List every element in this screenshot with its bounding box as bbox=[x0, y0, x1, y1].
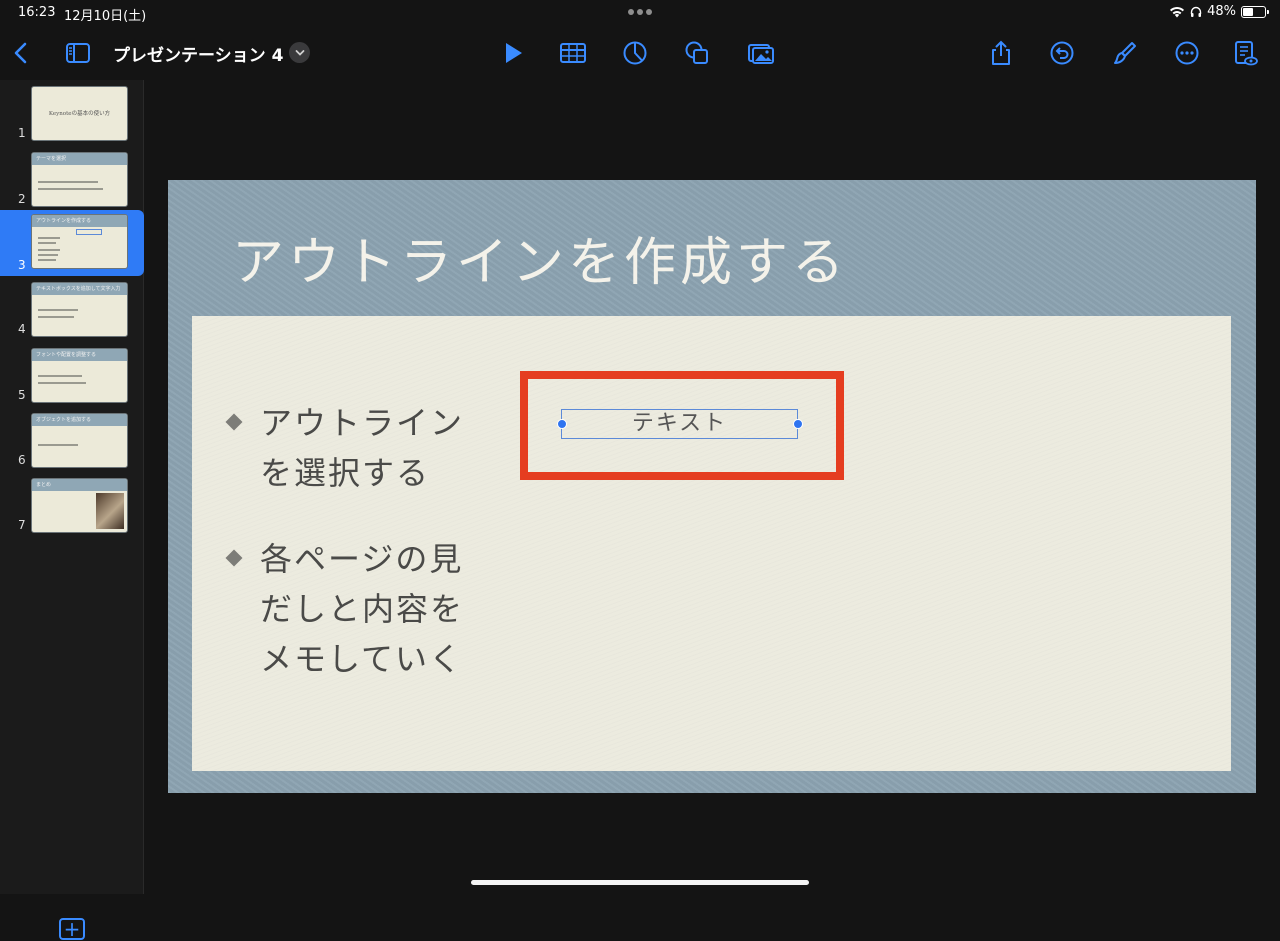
multitasking-dots-icon[interactable] bbox=[628, 9, 652, 15]
presenter-notes-button[interactable] bbox=[1230, 38, 1260, 68]
toolbar: プレゼンテーション 4 bbox=[0, 26, 1280, 80]
slide-preview: テキストボックスを追加して文字入力 bbox=[31, 282, 128, 337]
slide-preview-title: アウトラインを作成する bbox=[36, 218, 92, 224]
document-title[interactable]: プレゼンテーション 4 bbox=[113, 41, 283, 66]
share-icon bbox=[992, 40, 1010, 65]
format-button[interactable] bbox=[1110, 38, 1140, 68]
bullet-diamond-icon bbox=[225, 549, 243, 567]
slide-title[interactable]: アウトラインを作成する bbox=[232, 220, 848, 295]
slide-preview: テーマを選択 bbox=[31, 152, 128, 207]
slide-preview: オブジェクトを追加する bbox=[31, 413, 128, 468]
navigator-toggle-button[interactable] bbox=[63, 38, 93, 68]
back-button[interactable] bbox=[6, 38, 36, 68]
slide-number: 7 bbox=[18, 518, 26, 532]
slide-number: 5 bbox=[18, 388, 26, 402]
plus-square-icon: + bbox=[63, 917, 81, 941]
slide-navigator: 1 Keynoteの基本の使い方 2 テーマを選択 3 アウトラインを作成する … bbox=[0, 80, 144, 940]
more-icon bbox=[1175, 41, 1199, 65]
slide-preview-photo bbox=[96, 493, 124, 529]
bullet-text[interactable]: 各ページの見だしと内容をメモしていく bbox=[260, 534, 480, 684]
battery-percent: 48% bbox=[1207, 4, 1236, 19]
insert-table-button[interactable] bbox=[558, 38, 588, 68]
slide-thumbnail-2[interactable]: 2 テーマを選択 bbox=[0, 148, 144, 210]
slide-thumbnail-1[interactable]: 1 Keynoteの基本の使い方 bbox=[0, 82, 144, 144]
slide-number: 1 bbox=[18, 126, 26, 140]
slide-number: 3 bbox=[18, 258, 26, 272]
slide-preview-title: テキストボックスを追加して文字入力 bbox=[36, 286, 121, 292]
slide-preview: まとめ bbox=[31, 478, 128, 533]
shape-icon bbox=[685, 41, 708, 64]
slide-preview-title: フォントや配置を調整する bbox=[36, 352, 97, 358]
slide-preview: Keynoteの基本の使い方 bbox=[31, 86, 128, 141]
slide-thumbnail-6[interactable]: 6 オブジェクトを追加する bbox=[0, 409, 144, 471]
battery-icon bbox=[1241, 5, 1269, 18]
text-box[interactable]: テキスト bbox=[561, 409, 798, 439]
insert-media-button[interactable] bbox=[746, 38, 776, 68]
slide-preview-title: まとめ bbox=[36, 482, 52, 488]
status-date: 12月10日(土) bbox=[64, 9, 147, 24]
format-brush-icon bbox=[1114, 42, 1136, 64]
slide-preview-title: オブジェクトを追加する bbox=[36, 417, 92, 423]
title-menu-button[interactable] bbox=[289, 42, 310, 63]
wifi-icon bbox=[1170, 6, 1185, 17]
insert-chart-button[interactable] bbox=[620, 38, 650, 68]
slide-number: 6 bbox=[18, 453, 26, 467]
share-button[interactable] bbox=[986, 38, 1016, 68]
chevron-down-icon bbox=[295, 49, 304, 56]
bullet-text[interactable]: アウトラインを選択する bbox=[260, 398, 480, 498]
media-icon bbox=[748, 44, 774, 64]
home-indicator[interactable] bbox=[471, 880, 809, 885]
status-bar: 16:23 12月10日(土) 48% bbox=[0, 0, 1280, 26]
insert-shape-button[interactable] bbox=[682, 38, 712, 68]
slide-thumbnail-7[interactable]: 7 まとめ bbox=[0, 474, 144, 536]
more-button[interactable] bbox=[1172, 38, 1202, 68]
slide-preview-title: テーマを選択 bbox=[36, 156, 67, 162]
play-icon bbox=[506, 43, 522, 63]
navigator-icon bbox=[66, 43, 90, 63]
play-button[interactable] bbox=[498, 38, 528, 68]
status-time: 16:23 bbox=[18, 5, 56, 20]
slide-canvas[interactable]: アウトラインを作成する アウトラインを選択する 各ページの見だしと内容をメモして… bbox=[168, 180, 1256, 793]
add-slide-button[interactable]: + bbox=[59, 918, 85, 940]
slide-thumbnail-3[interactable]: 3 アウトラインを作成する bbox=[0, 210, 144, 276]
slide-preview: フォントや配置を調整する bbox=[31, 348, 128, 403]
undo-button[interactable] bbox=[1047, 38, 1077, 68]
table-icon bbox=[560, 43, 586, 63]
resize-handle-right[interactable] bbox=[793, 419, 803, 429]
headphones-icon bbox=[1190, 6, 1202, 17]
slide-preview-title: Keynoteの基本の使い方 bbox=[48, 111, 111, 117]
resize-handle-left[interactable] bbox=[557, 419, 567, 429]
chart-icon bbox=[623, 41, 647, 65]
bullet-diamond-icon bbox=[225, 413, 243, 431]
status-right: 48% bbox=[1169, 4, 1269, 19]
slide-preview: アウトラインを作成する bbox=[31, 214, 128, 269]
slide-thumbnail-5[interactable]: 5 フォントや配置を調整する bbox=[0, 344, 144, 406]
back-icon bbox=[14, 42, 27, 64]
undo-icon bbox=[1050, 41, 1074, 65]
slide-number: 2 bbox=[18, 192, 26, 206]
presenter-notes-icon bbox=[1235, 41, 1258, 66]
slide-thumbnail-4[interactable]: 4 テキストボックスを追加して文字入力 bbox=[0, 278, 144, 340]
slide-number: 4 bbox=[18, 322, 26, 336]
